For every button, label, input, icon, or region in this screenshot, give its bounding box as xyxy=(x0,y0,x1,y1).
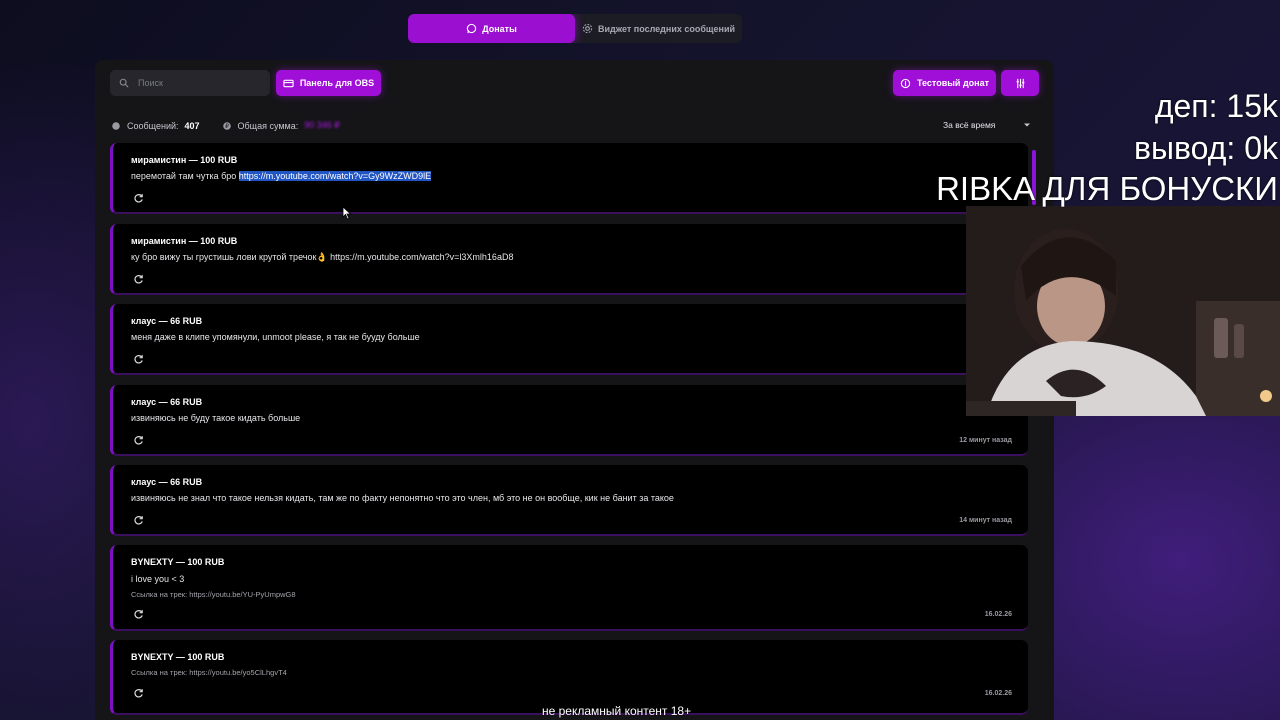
replay-icon[interactable] xyxy=(133,609,144,620)
overlay-deposit: деп: 15k xyxy=(1154,88,1278,124)
search-box[interactable] xyxy=(110,70,270,96)
donations-panel: Панель для OBS Тестовый донат Сообщений:… xyxy=(95,60,1054,720)
replay-icon[interactable] xyxy=(133,435,144,446)
overlay-withdraw: вывод: 0k xyxy=(1134,130,1278,166)
messages-label: Сообщений: xyxy=(127,120,179,131)
total-sum-label: Общая сумма: xyxy=(237,120,299,131)
donation-card: BYNEXTY — 100 RUB i love you < 3 Ссылка … xyxy=(110,545,1028,631)
donation-message: ку бро вижу ты грустишь лови крутой треч… xyxy=(131,252,514,262)
donation-card: клаус — 66 RUB извиняюсь не буду такое к… xyxy=(110,385,1028,456)
chat-icon xyxy=(467,23,477,34)
period-select[interactable]: За всё время xyxy=(935,116,1039,134)
donation-author: клаус — 66 RUB xyxy=(131,477,203,487)
donation-message: i love you < 3 xyxy=(131,574,185,584)
donation-message: меня даже в клипе упомянули, unmoot plea… xyxy=(131,332,420,342)
donation-card: клаус — 66 RUB извиняюсь не знал что так… xyxy=(110,465,1028,536)
replay-icon[interactable] xyxy=(133,193,144,204)
overlay-bonus-text: RIBKA ДЛЯ БОНУСКИ xyxy=(936,170,1278,207)
tab-donations-label: Донаты xyxy=(482,23,517,34)
donation-author: клаус — 66 RUB xyxy=(131,397,203,407)
top-tab-bar: Донаты Виджет последних сообщений xyxy=(408,14,742,43)
filter-settings-button[interactable] xyxy=(1001,70,1039,96)
replay-icon[interactable] xyxy=(133,274,144,285)
donation-message: извиняюсь не буду такое кидать больше xyxy=(131,413,301,423)
donation-message: перемотай там чутка бро https://m.youtub… xyxy=(131,171,432,181)
coin-icon xyxy=(900,78,911,88)
track-link[interactable]: Ссылка на трек: https://youtu.be/YU-PyUm… xyxy=(131,590,296,599)
obs-panel-label: Панель для OBS xyxy=(299,78,375,88)
age-disclaimer: не рекламный контент 18+ xyxy=(542,704,692,718)
mouse-cursor-icon xyxy=(342,206,352,220)
stats-bar: Сообщений: 407 ₽ Общая сумма: 90 346 ₽ xyxy=(111,120,340,131)
card-icon xyxy=(283,79,294,87)
donation-time: 14 минут назад xyxy=(959,517,1012,524)
chevron-down-icon xyxy=(1024,123,1030,127)
gear-icon xyxy=(582,23,593,34)
messages-count: 407 xyxy=(184,120,200,131)
period-select-value: За всё время xyxy=(943,120,996,130)
donation-card: мирамистин — 100 RUB ку бро вижу ты грус… xyxy=(110,224,1028,295)
tab-widget-label: Виджет последних сообщений xyxy=(597,23,736,34)
webcam-image xyxy=(966,206,1280,416)
search-input[interactable] xyxy=(138,78,258,88)
message-icon xyxy=(112,121,120,130)
donation-author: BYNEXTY — 100 RUB xyxy=(131,652,225,662)
donation-author: клаус — 66 RUB xyxy=(131,316,203,326)
search-icon xyxy=(119,78,129,88)
test-donation-button[interactable]: Тестовый донат xyxy=(893,70,996,96)
donation-link[interactable]: https://m.youtube.com/watch?v=Gy9WzZWD9l… xyxy=(238,171,432,181)
total-sum-value: 90 346 ₽ xyxy=(304,120,341,130)
donation-message: извиняюсь не знал что такое нельзя кидат… xyxy=(131,493,674,503)
donation-card: мирамистин — 100 RUB перемотай там чутка… xyxy=(110,143,1028,214)
money-icon: ₽ xyxy=(222,121,231,130)
donation-author: BYNEXTY — 100 RUB xyxy=(131,557,225,567)
obs-panel-button[interactable]: Панель для OBS xyxy=(276,70,381,96)
replay-icon[interactable] xyxy=(133,515,144,526)
replay-icon[interactable] xyxy=(133,688,144,699)
svg-text:₽: ₽ xyxy=(225,123,229,130)
donation-author: мирамистин — 100 RUB xyxy=(131,155,238,165)
donation-author: мирамистин — 100 RUB xyxy=(131,236,238,246)
sliders-icon xyxy=(1016,78,1024,88)
track-link[interactable]: Ссылка на трек: https://youtu.be/yo5ClLh… xyxy=(131,668,287,677)
replay-icon[interactable] xyxy=(133,354,144,365)
tab-last-messages-widget[interactable]: Виджет последних сообщений xyxy=(575,14,742,43)
tab-donations[interactable]: Донаты xyxy=(408,14,575,43)
donation-card: клаус — 66 RUB меня даже в клипе упомяну… xyxy=(110,304,1028,375)
test-donation-label: Тестовый донат xyxy=(916,78,990,88)
donation-time: 12 минут назад xyxy=(959,437,1012,444)
donation-time: 16.02.26 xyxy=(984,611,1012,618)
webcam-feed xyxy=(966,206,1280,416)
donation-time: 16.02.26 xyxy=(984,690,1012,697)
